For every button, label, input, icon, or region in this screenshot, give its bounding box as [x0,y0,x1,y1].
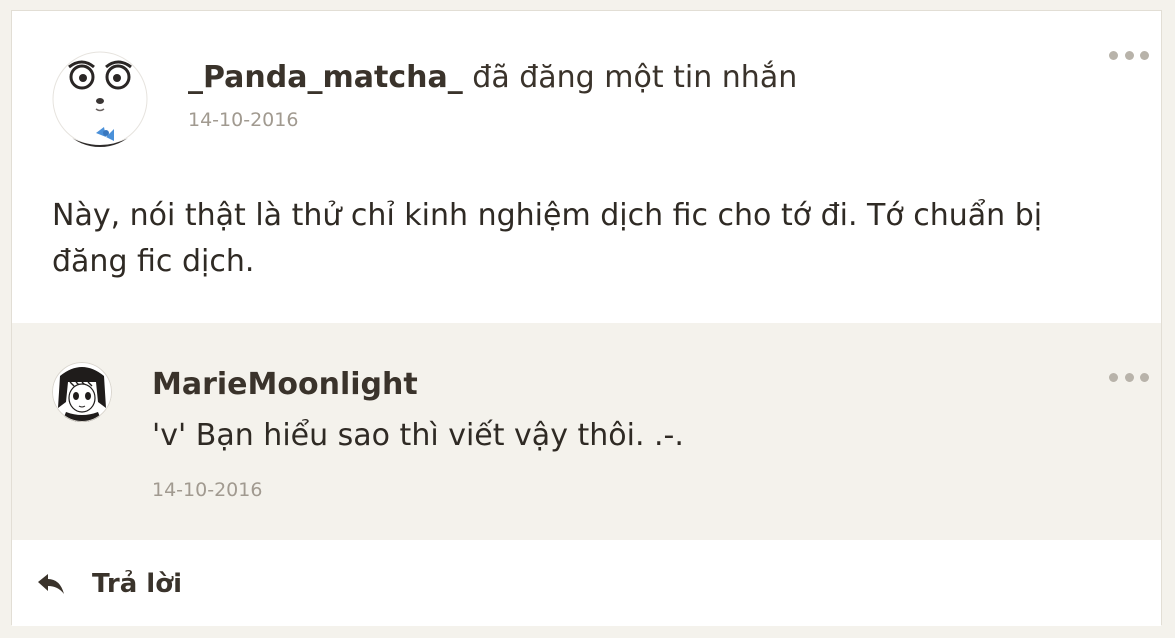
post-header: _Panda_matcha_ đã đăng một tin nhắn [188,61,797,95]
post-section: _Panda_matcha_ đã đăng một tin nhắn 14-1… [12,11,1161,322]
more-dot-icon [1124,50,1134,60]
reply-arrow-icon [38,574,64,594]
more-dot-icon [1109,372,1118,382]
reply-section: MarieMoonlight 'v' Bạn hiểu sao thì viết… [12,323,1161,540]
reply-button-label: Trả lời [92,569,182,599]
reply-author-link[interactable]: MarieMoonlight [152,367,418,402]
more-dot-icon [1124,372,1134,382]
reply-more-options-button[interactable] [1109,370,1149,384]
message-card: _Panda_matcha_ đã đăng một tin nhắn 14-1… [11,10,1162,626]
reply-text: 'v' Bạn hiểu sao thì viết vậy thôi. .-. [152,418,684,453]
post-author-link[interactable]: _Panda_matcha_ [188,60,463,95]
reply-date[interactable]: 14-10-2016 [152,479,262,501]
more-dot-icon [1140,372,1149,382]
post-more-options-button[interactable] [1109,48,1149,62]
post-date[interactable]: 14-10-2016 [188,109,298,131]
panda-avatar-icon[interactable] [52,51,148,147]
post-body-text: Này, nói thật là thử chỉ kinh nghiệm dịc… [52,198,1043,279]
footer-bar: Trả lời [12,540,1161,626]
more-dot-icon [1109,50,1118,60]
reply-button[interactable]: Trả lời [36,562,182,606]
more-dot-icon [1140,50,1149,60]
manga-girl-avatar-icon[interactable] [52,362,112,422]
post-action-text: đã đăng một tin nhắn [472,60,798,95]
